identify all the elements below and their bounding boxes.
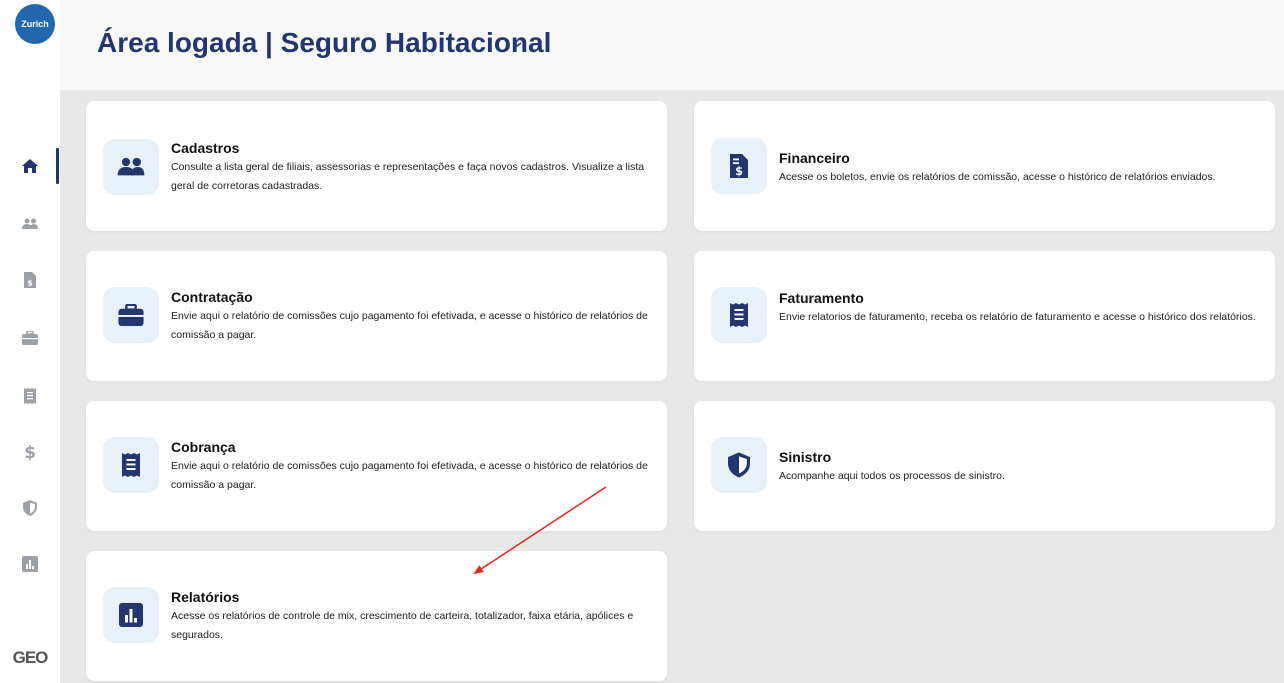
card-title: Relatórios (171, 589, 240, 605)
svg-text:$: $ (24, 443, 36, 461)
receipt-icon (24, 388, 36, 404)
card-title: Faturamento (779, 290, 864, 306)
dollar-icon: $ (24, 443, 36, 461)
sidebar-item-financeiro[interactable]: $ (0, 262, 60, 298)
card-title: Cadastros (171, 140, 240, 156)
sidebar-item-home[interactable] (0, 148, 60, 184)
sidebar-item-contratacao[interactable] (0, 320, 60, 356)
chart-icon (22, 556, 38, 572)
geo-logo: GEO (12, 648, 49, 667)
sidebar-item-relatorios[interactable] (0, 546, 60, 582)
svg-text:$: $ (27, 279, 33, 288)
shield-icon (23, 500, 37, 516)
card-title: Financeiro (779, 150, 850, 166)
card-description: Envie aqui o relatório de comissões cujo… (171, 310, 648, 341)
card-description: Consulte a lista geral de filiais, asses… (171, 161, 645, 192)
card-description: Acesse os relatórios de controle de mix,… (171, 610, 634, 641)
users-icon (22, 218, 38, 229)
card-title: Contratação (171, 289, 253, 305)
sidebar-item-faturamento[interactable] (0, 378, 60, 414)
invoice-icon: $ (711, 138, 767, 194)
users-icon (103, 139, 159, 195)
card-cobranca[interactable]: Cobrança Envie aqui o relatório de comis… (86, 401, 667, 531)
card-description: Envie aqui o relatório de comissões cujo… (171, 460, 648, 491)
briefcase-icon (103, 287, 159, 343)
home-icon (22, 159, 38, 173)
page-title: Área logada | Seguro Habitacional (97, 27, 552, 58)
card-description: Acompanhe aqui todos os processos de sin… (779, 470, 1005, 482)
sidebar-item-cobranca[interactable]: $ (0, 434, 60, 470)
card-title: Cobrança (171, 439, 236, 455)
card-relatorios[interactable]: Relatórios Acesse os relatórios de contr… (86, 551, 667, 681)
sidebar-item-cadastros[interactable] (0, 206, 60, 242)
invoice-icon: $ (24, 272, 36, 288)
card-description: Envie relatorios de faturamento, receba … (779, 311, 1256, 323)
card-contratacao[interactable]: Contratação Envie aqui o relatório de co… (86, 251, 667, 381)
card-description: Acesse os boletos, envie os relatórios d… (779, 171, 1216, 183)
receipt-icon (103, 437, 159, 493)
chart-icon (103, 587, 159, 643)
header: Área logada | Seguro Habitacional (60, 0, 1284, 90)
sidebar-item-sinistro[interactable] (0, 490, 60, 526)
card-faturamento[interactable]: Faturamento Envie relatorios de faturame… (694, 251, 1275, 381)
card-sinistro[interactable]: Sinistro Acompanhe aqui todos os process… (694, 401, 1275, 531)
card-cadastros[interactable]: Cadastros Consulte a lista geral de fili… (86, 101, 667, 231)
card-title: Sinistro (779, 449, 832, 465)
sidebar: Zurich $ $ GEO (0, 0, 60, 683)
zurich-logo[interactable]: Zurich (15, 4, 55, 44)
shield-icon (711, 437, 767, 493)
svg-text:$: $ (735, 165, 743, 178)
briefcase-icon (22, 331, 38, 345)
chevron-down-icon[interactable] (510, 36, 524, 50)
card-financeiro[interactable]: $ Financeiro Acesse os boletos, envie os… (694, 101, 1275, 231)
receipt-icon (711, 287, 767, 343)
